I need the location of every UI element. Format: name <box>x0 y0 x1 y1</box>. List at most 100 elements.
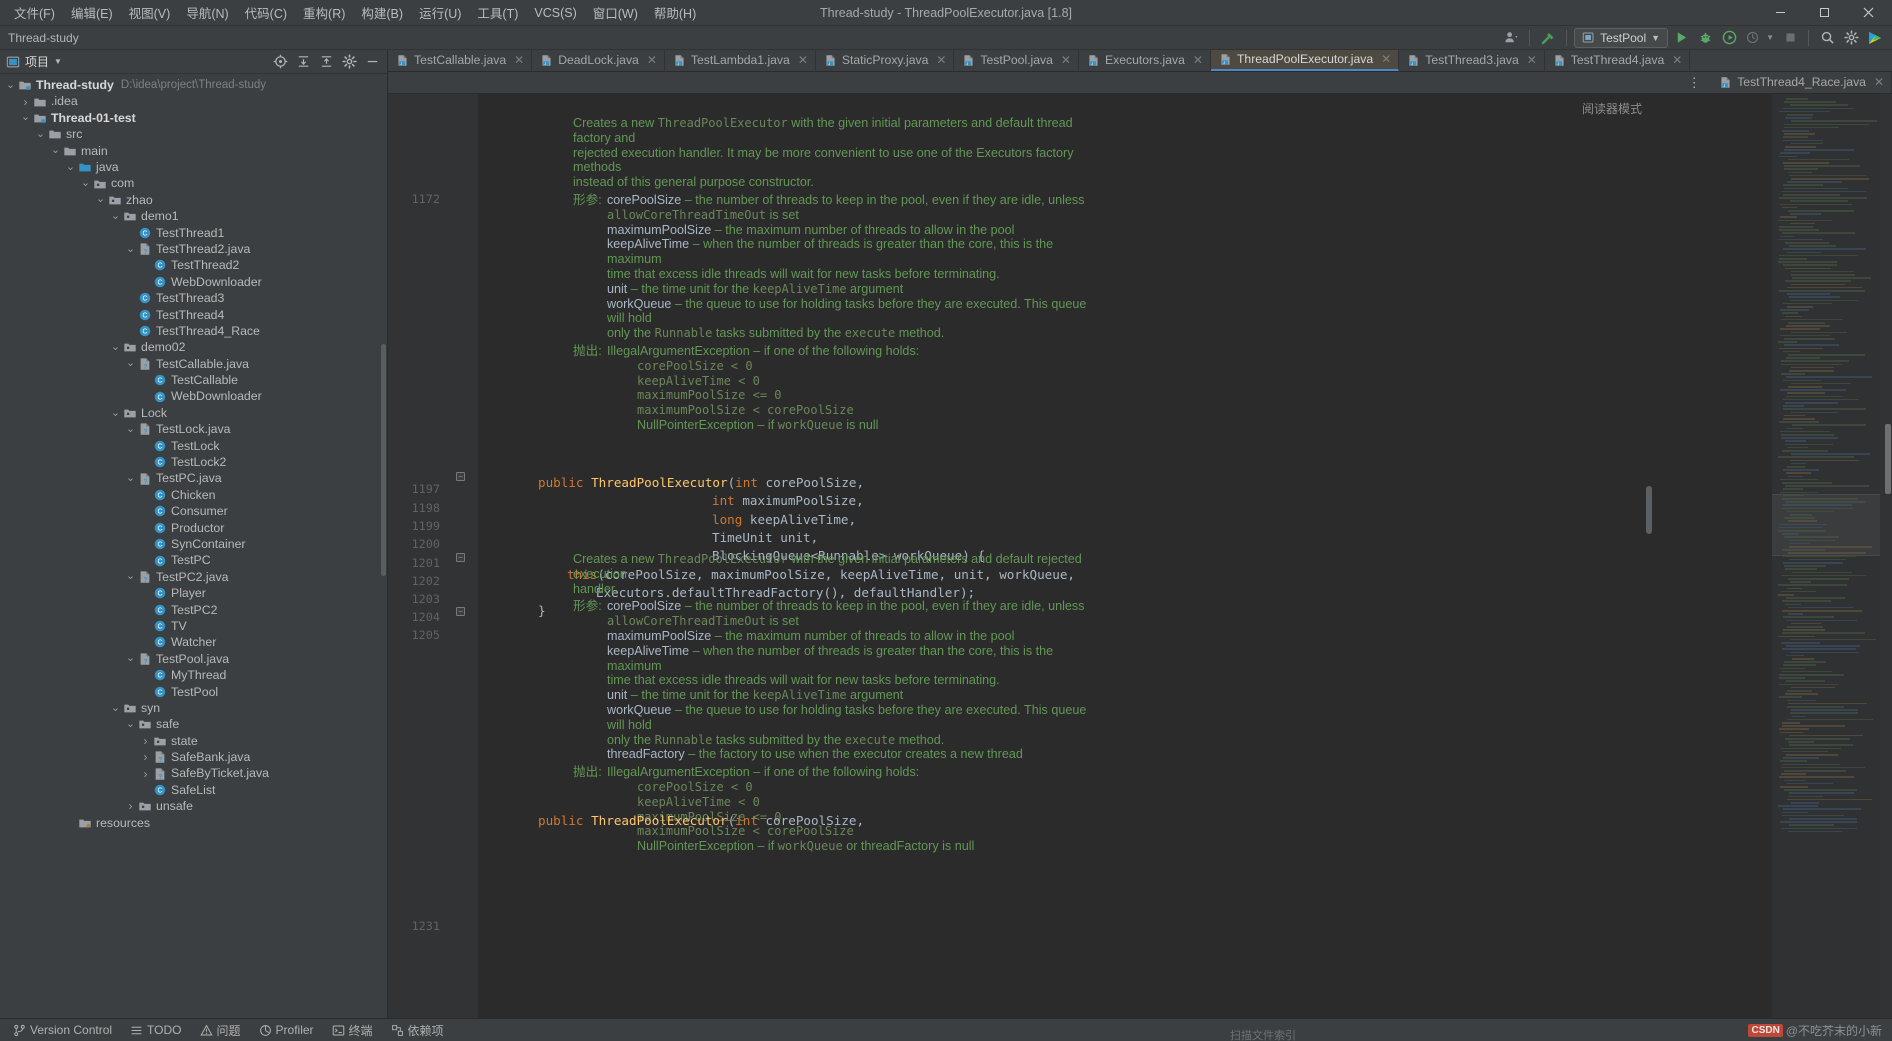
menu-run[interactable]: 运行(U) <box>411 0 469 25</box>
chevron-right-icon[interactable]: › <box>139 735 152 747</box>
chevron-down-icon[interactable]: ⌄ <box>124 718 137 730</box>
tree-node[interactable]: ⌄ safe <box>0 716 387 732</box>
tree-node[interactable]: C MyThread <box>0 667 387 683</box>
tree-node[interactable]: ⌄? TestThread2.java <box>0 241 387 257</box>
tree-node[interactable]: ⌄ demo02 <box>0 339 387 355</box>
constructor-signature-2[interactable]: public ThreadPoolExecutor(int corePoolSi… <box>538 812 864 830</box>
tree-node[interactable]: ⌄? TestPC.java <box>0 470 387 486</box>
more-tabs-icon[interactable]: ⋮ <box>1683 73 1705 93</box>
tree-node[interactable]: ⌄ src <box>0 126 387 142</box>
stripe-thumb[interactable] <box>1885 424 1891 494</box>
debug-button[interactable] <box>1694 28 1716 48</box>
chevron-down-icon[interactable]: ⌄ <box>4 79 17 91</box>
editor-tab[interactable]: J TestThread4_Race.java ✕ <box>1711 72 1892 93</box>
profile-button[interactable] <box>1742 28 1764 48</box>
chevron-down-icon[interactable]: ⌄ <box>124 571 137 582</box>
run-with-coverage-button[interactable] <box>1718 28 1740 48</box>
minimize-button[interactable] <box>1758 0 1802 26</box>
locate-file-icon[interactable] <box>269 52 291 72</box>
close-icon[interactable]: ✕ <box>1381 52 1391 66</box>
tree-node[interactable]: › .idea <box>0 93 387 109</box>
tree-node[interactable]: ⌄ Thread-01-test <box>0 110 387 126</box>
collapse-all-icon[interactable] <box>315 52 337 72</box>
chevron-down-icon[interactable]: ⌄ <box>124 423 137 435</box>
tree-node[interactable]: ›? SafeBank.java <box>0 749 387 765</box>
tree-node[interactable]: C Watcher <box>0 634 387 650</box>
menu-vcs[interactable]: VCS(S) <box>526 3 584 23</box>
chevron-down-icon[interactable]: ⌄ <box>124 358 137 369</box>
close-icon[interactable]: ✕ <box>1874 75 1884 89</box>
tree-node[interactable]: C Productor <box>0 520 387 536</box>
reader-mode-label[interactable]: 阅读器模式 <box>1582 100 1642 118</box>
status-version-control[interactable]: Version Control <box>4 1021 121 1039</box>
tree-node[interactable]: ⌄? TestPool.java <box>0 651 387 667</box>
stop-button[interactable] <box>1779 28 1801 48</box>
build-hammer-icon[interactable] <box>1537 28 1559 48</box>
tree-node[interactable]: C TV <box>0 618 387 634</box>
maximize-button[interactable] <box>1802 0 1846 26</box>
editor-tab[interactable]: J StaticProxy.java ✕ <box>815 50 955 71</box>
tree-node[interactable]: C WebDownloader <box>0 274 387 290</box>
tree-node[interactable]: C SafeList <box>0 782 387 798</box>
tree-node[interactable]: C TestThread2 <box>0 257 387 273</box>
chevron-down-icon[interactable]: ⌄ <box>79 178 92 189</box>
menu-refactor[interactable]: 重构(R) <box>295 0 353 25</box>
chevron-down-icon[interactable]: ⌄ <box>109 341 122 353</box>
run-button[interactable] <box>1670 28 1692 48</box>
user-account-icon[interactable] <box>1500 28 1522 48</box>
close-icon[interactable]: ✕ <box>1193 53 1203 67</box>
chevron-right-icon[interactable]: › <box>124 800 137 812</box>
code-editor[interactable]: 1172 1197 1198 1199 1200 1201 1202 1203 1204 1205… <box>388 94 1892 1018</box>
status-terminal[interactable]: 终端 <box>323 1020 382 1041</box>
chevron-down-icon[interactable]: ⌄ <box>34 128 47 140</box>
ide-logo-icon[interactable] <box>1864 28 1886 48</box>
tree-node[interactable]: C WebDownloader <box>0 388 387 404</box>
project-tree[interactable]: ⌄ Thread-study D:\idea\project\Thread-stud… <box>0 74 387 1018</box>
tree-node[interactable]: C Consumer <box>0 503 387 519</box>
tree-node[interactable]: C TestPC2 <box>0 602 387 618</box>
fold-marker[interactable]: − <box>456 472 465 481</box>
menu-navigate[interactable]: 导航(N) <box>178 0 236 25</box>
tree-node[interactable]: C TestThread1 <box>0 225 387 241</box>
project-tree-scrollbar[interactable] <box>381 344 386 576</box>
close-icon[interactable]: ✕ <box>1672 53 1682 67</box>
editor-tab[interactable]: J ThreadPoolExecutor.java ✕ <box>1210 50 1400 71</box>
menu-file[interactable]: 文件(F) <box>6 0 63 25</box>
error-stripe[interactable] <box>1880 94 1892 1018</box>
tree-node[interactable]: C TestPC <box>0 552 387 568</box>
tree-node[interactable]: C Chicken <box>0 487 387 503</box>
tree-node[interactable]: C Player <box>0 585 387 601</box>
tree-node[interactable]: ⌄? TestLock.java <box>0 421 387 437</box>
close-button[interactable] <box>1846 0 1890 26</box>
tree-node[interactable]: C TestThread4 <box>0 306 387 322</box>
tree-node[interactable]: C TestLock2 <box>0 454 387 470</box>
settings-gear-icon[interactable] <box>338 52 360 72</box>
chevron-down-icon[interactable]: ⌄ <box>19 112 32 123</box>
gear-icon[interactable] <box>1840 28 1862 48</box>
fold-marker[interactable]: − <box>456 553 465 562</box>
close-icon[interactable]: ✕ <box>798 53 808 67</box>
menu-tools[interactable]: 工具(T) <box>469 0 526 25</box>
tree-node[interactable]: ›? SafeByTicket.java <box>0 765 387 781</box>
tree-node[interactable]: ⌄ syn <box>0 700 387 716</box>
close-icon[interactable]: ✕ <box>1061 53 1071 67</box>
status-todo[interactable]: TODO <box>121 1021 190 1039</box>
editor-tab[interactable]: J TestThread4.java ✕ <box>1544 50 1691 71</box>
chevron-down-icon[interactable]: ⌄ <box>109 702 122 714</box>
tree-node[interactable]: › state <box>0 733 387 749</box>
chevron-down-icon[interactable]: ▼ <box>54 57 62 66</box>
tree-node[interactable]: C SynContainer <box>0 536 387 552</box>
menu-edit[interactable]: 编辑(E) <box>63 0 121 25</box>
close-icon[interactable]: ✕ <box>936 53 946 67</box>
menu-help[interactable]: 帮助(H) <box>646 0 704 25</box>
close-icon[interactable]: ✕ <box>1527 53 1537 67</box>
chevron-down-icon[interactable]: ⌄ <box>124 653 137 664</box>
close-icon[interactable]: ✕ <box>514 53 524 67</box>
status-dependencies[interactable]: 依赖项 <box>382 1020 453 1041</box>
fold-column[interactable]: − − − <box>450 94 478 1018</box>
code-minimap[interactable] <box>1772 94 1880 1018</box>
tree-node[interactable]: C TestThread4_Race <box>0 323 387 339</box>
chevron-down-icon[interactable]: ⌄ <box>49 145 62 156</box>
chevron-down-icon[interactable]: ⌄ <box>109 210 122 222</box>
chevron-down-icon[interactable]: ▼ <box>1651 33 1660 43</box>
